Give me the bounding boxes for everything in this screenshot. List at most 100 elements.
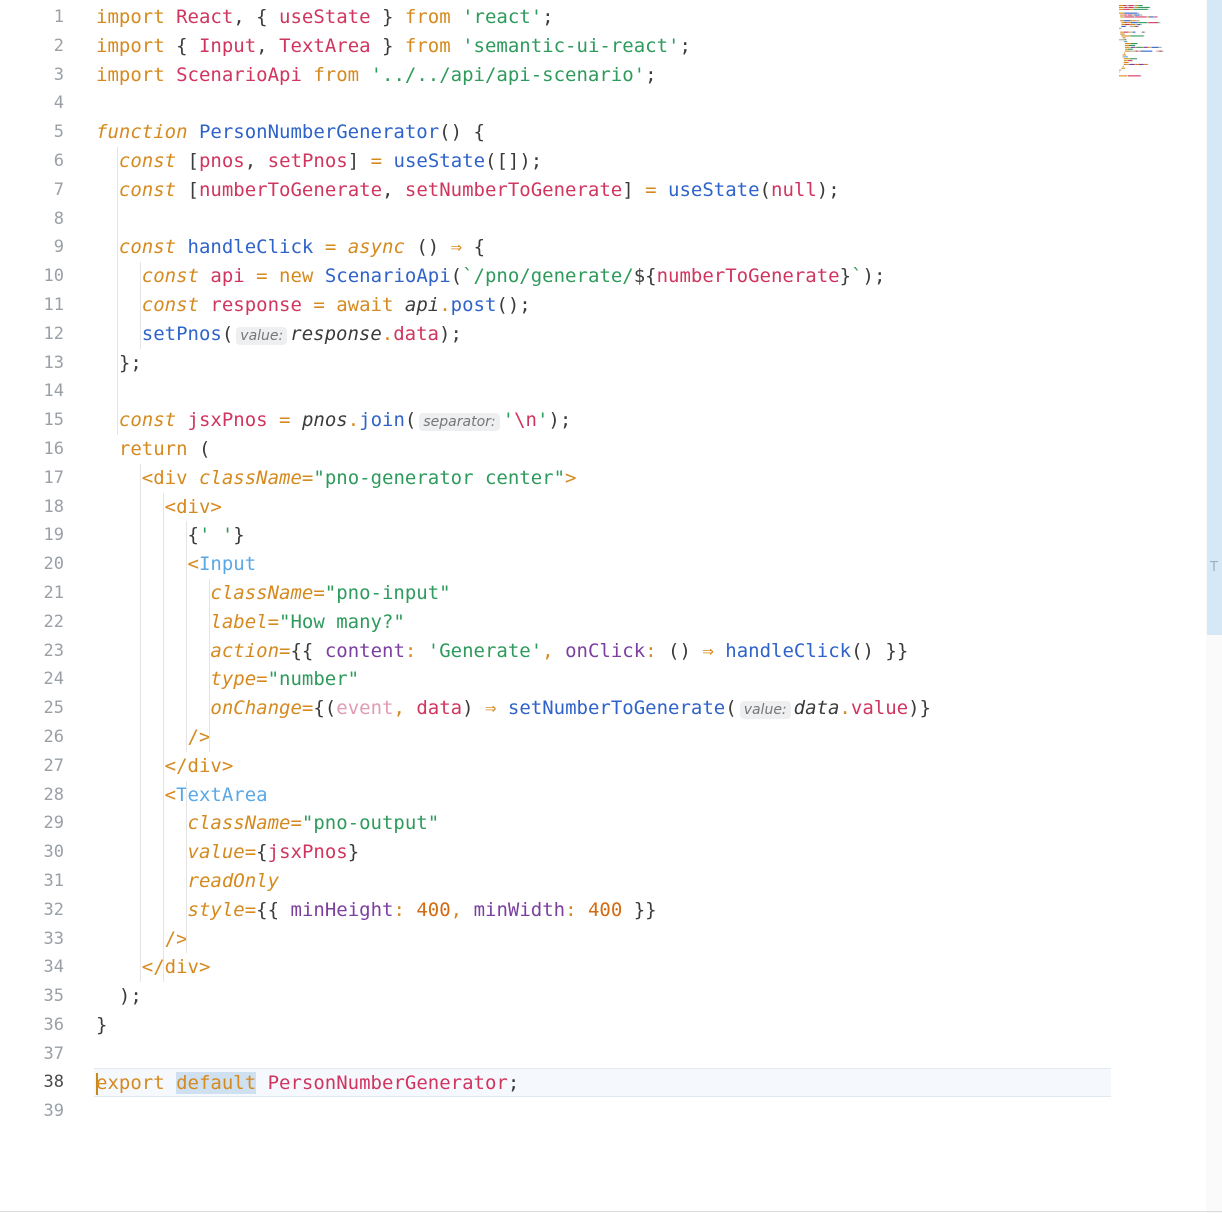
code-line[interactable]	[96, 89, 1111, 118]
code-line[interactable]: />	[96, 925, 1111, 954]
minimap-stroke	[1124, 6, 1128, 8]
minimap-stroke	[1125, 25, 1127, 27]
code-line[interactable]: import ScenarioApi from '../../api/api-s…	[96, 61, 1111, 90]
code-line[interactable]: const [pnos, setPnos] = useState([]);	[96, 147, 1111, 176]
code-line[interactable]: const api = new ScenarioApi(`/pno/genera…	[96, 262, 1111, 291]
code-line[interactable]: };	[96, 349, 1111, 378]
line-number[interactable]: 6	[0, 147, 72, 176]
code-line[interactable]: const response = await api.post();	[96, 291, 1111, 320]
line-number[interactable]: 10	[0, 262, 72, 291]
code-token: Input	[198, 553, 257, 576]
line-number[interactable]: 18	[0, 493, 72, 522]
line-number[interactable]: 22	[0, 608, 72, 637]
code-line[interactable]	[96, 1040, 1111, 1069]
line-number[interactable]: 5	[0, 118, 72, 147]
line-number[interactable]: 31	[0, 867, 72, 896]
code-token: import	[96, 6, 177, 28]
code-editor[interactable]: 1 2 3 4 5 6 7 8 9 10 11 12 13 14 15 16 17 18 19 20 21 22 23 24 2…	[0, 0, 1222, 1213]
code-line[interactable]	[96, 1097, 1111, 1126]
code-token: ;	[542, 6, 554, 28]
code-line[interactable]: <TextArea	[96, 781, 1111, 810]
line-number[interactable]: 17	[0, 464, 72, 493]
line-number[interactable]: 28	[0, 781, 72, 810]
line-number[interactable]: 20	[0, 550, 72, 579]
code-line[interactable]: type="number"	[96, 665, 1111, 694]
line-number[interactable]: 35	[0, 982, 72, 1011]
line-number[interactable]: 1	[0, 3, 72, 32]
line-number[interactable]: 4	[0, 89, 72, 118]
code-token: ;	[645, 63, 657, 86]
code-line-current[interactable]: export default PersonNumberGenerator;	[94, 1068, 1111, 1098]
line-number[interactable]: 23	[0, 637, 72, 666]
line-number[interactable]: 19	[0, 521, 72, 550]
line-number[interactable]: 39	[0, 1097, 72, 1126]
line-number[interactable]: 14	[0, 377, 72, 406]
line-number[interactable]: 11	[0, 291, 72, 320]
code-line[interactable]: style={{ minHeight: 400, minWidth: 400 }…	[96, 896, 1111, 925]
line-number[interactable]: 29	[0, 809, 72, 838]
code-token: React	[176, 6, 234, 28]
code-line[interactable]: );	[96, 982, 1111, 1011]
line-number[interactable]: 8	[0, 205, 72, 234]
line-number[interactable]: 30	[0, 838, 72, 867]
code-area[interactable]: import React, { useState } from 'react';…	[94, 3, 1111, 1126]
minimap-stroke	[1132, 20, 1136, 22]
line-number[interactable]: 36	[0, 1011, 72, 1040]
code-line[interactable]: return (	[96, 435, 1111, 464]
code-minimap[interactable]	[1117, 3, 1205, 83]
code-line[interactable]: const jsxPnos = pnos.join(separator: '\n'…	[96, 406, 1111, 435]
line-number-gutter[interactable]: 1 2 3 4 5 6 7 8 9 10 11 12 13 14 15 16 17 18 19 20 21 22 23 24 2…	[0, 3, 72, 1126]
line-number[interactable]: 15	[0, 406, 72, 435]
minimap-stroke	[1123, 58, 1130, 60]
code-line[interactable]: {' '}	[96, 521, 1111, 550]
code-line[interactable]: className="pno-input"	[96, 579, 1111, 608]
line-number[interactable]: 12	[0, 320, 72, 349]
line-number[interactable]: 16	[0, 435, 72, 464]
line-number[interactable]: 9	[0, 233, 72, 262]
line-number[interactable]: 2	[0, 32, 72, 61]
code-token: data	[393, 322, 439, 345]
code-line[interactable]: readOnly	[96, 867, 1111, 896]
code-line[interactable]: const [numberToGenerate, setNumberToGene…	[96, 176, 1111, 205]
code-line[interactable]: </div>	[96, 752, 1111, 781]
line-number[interactable]: 34	[0, 953, 72, 982]
code-line[interactable]: setPnos(value: response.data);	[96, 320, 1111, 349]
code-line[interactable]: </div>	[96, 953, 1111, 982]
code-line[interactable]: <div>	[96, 493, 1111, 522]
code-line[interactable]: const handleClick = async () ⇒ {	[96, 233, 1111, 262]
line-number[interactable]: 26	[0, 723, 72, 752]
line-number[interactable]: 33	[0, 925, 72, 954]
code-line[interactable]: action={{ content: 'Generate', onClick: …	[96, 637, 1111, 666]
code-line[interactable]: className="pno-output"	[96, 809, 1111, 838]
code-line[interactable]: value={jsxPnos}	[96, 838, 1111, 867]
code-line[interactable]	[96, 377, 1111, 406]
line-number[interactable]: 3	[0, 61, 72, 90]
code-token: };	[96, 351, 142, 374]
line-number[interactable]: 25	[0, 694, 72, 723]
line-number[interactable]: 32	[0, 896, 72, 925]
minimap-stroke	[1137, 24, 1138, 26]
code-line[interactable]: }	[96, 1011, 1111, 1040]
line-number[interactable]: 38	[0, 1068, 72, 1097]
code-line[interactable]: function PersonNumberGenerator() {	[96, 118, 1111, 147]
line-number[interactable]: 24	[0, 665, 72, 694]
code-token: const	[141, 265, 211, 288]
line-number[interactable]: 13	[0, 349, 72, 378]
code-token: from	[301, 63, 371, 86]
line-number[interactable]: 27	[0, 752, 72, 781]
minimap-stroke	[1123, 8, 1130, 10]
line-number[interactable]: 7	[0, 176, 72, 205]
code-token: =	[279, 639, 291, 662]
vertical-scrollbar-thumb[interactable]	[1207, 0, 1222, 635]
code-line[interactable]: onChange={(event, data) ⇒ setNumberToGen…	[96, 694, 1111, 723]
code-line[interactable]: <div className="pno-generator center">	[96, 464, 1111, 493]
code-line[interactable]: import React, { useState } from 'react';	[96, 3, 1111, 32]
code-line[interactable]: />	[96, 723, 1111, 752]
code-line[interactable]	[96, 205, 1111, 234]
code-line[interactable]: <Input	[96, 550, 1111, 579]
line-number[interactable]: 37	[0, 1040, 72, 1069]
code-line[interactable]: import { Input, TextArea } from 'semanti…	[96, 32, 1111, 61]
line-number[interactable]: 21	[0, 579, 72, 608]
code-line[interactable]: label="How many?"	[96, 608, 1111, 637]
